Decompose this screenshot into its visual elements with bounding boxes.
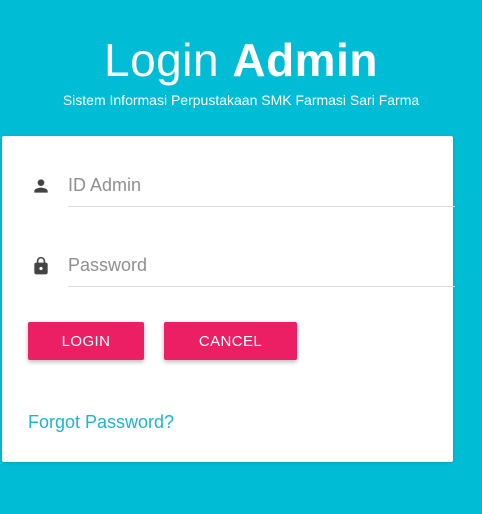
cancel-button[interactable]: CANCEL bbox=[164, 322, 297, 360]
title-bold-text: Admin bbox=[232, 34, 378, 86]
login-card: LOGIN CANCEL Forgot Password? bbox=[2, 136, 455, 462]
person-icon bbox=[31, 176, 51, 196]
id-admin-field[interactable] bbox=[68, 164, 455, 207]
password-input[interactable] bbox=[68, 244, 455, 286]
page-title: Login Admin bbox=[0, 30, 482, 90]
forgot-password-link[interactable]: Forgot Password? bbox=[28, 412, 174, 433]
lock-icon bbox=[31, 256, 51, 276]
title-light-text: Login bbox=[104, 34, 220, 86]
id-admin-input[interactable] bbox=[68, 164, 455, 206]
page-subtitle: Sistem Informasi Perpustakaan SMK Farmas… bbox=[62, 92, 420, 108]
password-field[interactable] bbox=[68, 244, 455, 287]
login-button[interactable]: LOGIN bbox=[28, 322, 144, 360]
page-header: Login Admin Sistem Informasi Perpustakaa… bbox=[0, 30, 482, 110]
